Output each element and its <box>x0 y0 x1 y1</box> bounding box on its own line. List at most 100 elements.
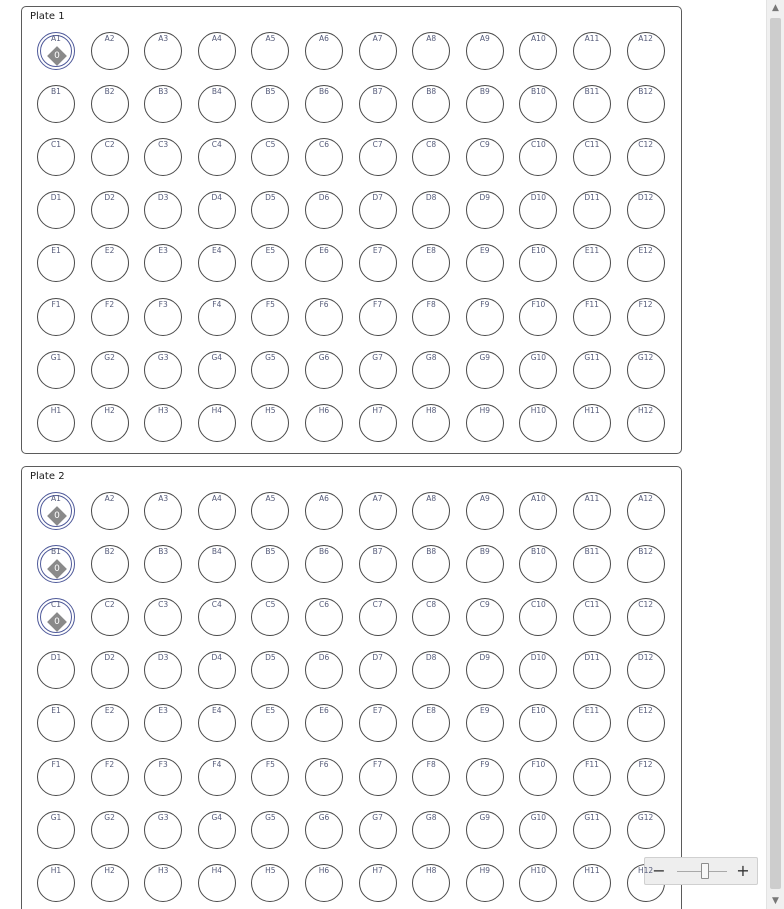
well-c3[interactable]: C3 <box>144 138 183 177</box>
well-g10[interactable]: G10 <box>519 350 558 389</box>
well-b9[interactable]: B9 <box>465 545 504 584</box>
well-c4[interactable]: C4 <box>197 598 236 637</box>
well-g8[interactable]: G8 <box>412 810 451 849</box>
well-h11[interactable]: H11 <box>573 863 611 902</box>
well-a1[interactable]: A1 0 <box>37 32 75 70</box>
well-c2[interactable]: C2 <box>90 598 129 637</box>
well-d9[interactable]: D9 <box>465 651 504 690</box>
well-d8[interactable]: D8 <box>412 651 451 690</box>
well-h3[interactable]: H3 <box>144 863 183 902</box>
well-g10[interactable]: G10 <box>519 810 558 849</box>
well-e6[interactable]: E6 <box>305 244 343 283</box>
well-h1[interactable]: H1 <box>37 863 75 902</box>
well-e11[interactable]: E11 <box>573 704 611 743</box>
well-f11[interactable]: F11 <box>573 757 611 796</box>
well-h3[interactable]: H3 <box>144 403 183 442</box>
well-a5[interactable]: A5 <box>251 32 290 70</box>
well-a6[interactable]: A6 <box>305 492 343 530</box>
well-g12[interactable]: G12 <box>626 810 665 849</box>
well-a11[interactable]: A11 <box>573 32 611 70</box>
well-d7[interactable]: D7 <box>358 191 397 230</box>
well-e9[interactable]: E9 <box>465 244 504 283</box>
well-b11[interactable]: B11 <box>573 85 611 124</box>
well-g8[interactable]: G8 <box>412 350 451 389</box>
well-e4[interactable]: E4 <box>197 244 236 283</box>
well-c4[interactable]: C4 <box>197 138 236 177</box>
well-d8[interactable]: D8 <box>412 191 451 230</box>
well-f1[interactable]: F1 <box>37 757 75 796</box>
well-d5[interactable]: D5 <box>251 191 290 230</box>
well-b10[interactable]: B10 <box>519 85 558 124</box>
well-e9[interactable]: E9 <box>465 704 504 743</box>
well-h8[interactable]: H8 <box>412 863 451 902</box>
well-d2[interactable]: D2 <box>90 651 129 690</box>
well-c7[interactable]: C7 <box>358 598 397 637</box>
well-d11[interactable]: D11 <box>573 651 611 690</box>
well-a12[interactable]: A12 <box>626 32 665 70</box>
well-d3[interactable]: D3 <box>144 651 183 690</box>
well-e6[interactable]: E6 <box>305 704 343 743</box>
well-g4[interactable]: G4 <box>197 810 236 849</box>
well-g11[interactable]: G11 <box>573 350 611 389</box>
well-h4[interactable]: H4 <box>197 403 236 442</box>
well-f2[interactable]: F2 <box>90 297 129 336</box>
well-e1[interactable]: E1 <box>37 244 75 283</box>
scroll-down-icon[interactable]: ▼ <box>767 893 784 909</box>
well-c7[interactable]: C7 <box>358 138 397 177</box>
well-h8[interactable]: H8 <box>412 403 451 442</box>
well-a9[interactable]: A9 <box>465 32 504 70</box>
well-e3[interactable]: E3 <box>144 704 183 743</box>
well-h7[interactable]: H7 <box>358 863 397 902</box>
well-b2[interactable]: B2 <box>90 545 129 584</box>
well-d1[interactable]: D1 <box>37 191 75 230</box>
well-f6[interactable]: F6 <box>305 297 343 336</box>
well-a4[interactable]: A4 <box>197 492 236 530</box>
well-b1[interactable]: B1 <box>37 85 75 124</box>
well-g4[interactable]: G4 <box>197 350 236 389</box>
well-a8[interactable]: A8 <box>412 32 451 70</box>
well-e8[interactable]: E8 <box>412 704 451 743</box>
well-b3[interactable]: B3 <box>144 85 183 124</box>
well-d12[interactable]: D12 <box>626 651 665 690</box>
well-g2[interactable]: G2 <box>90 810 129 849</box>
zoom-slider-thumb[interactable] <box>700 863 709 879</box>
well-e12[interactable]: E12 <box>626 244 665 283</box>
well-g3[interactable]: G3 <box>144 350 183 389</box>
well-f5[interactable]: F5 <box>251 297 290 336</box>
vertical-scrollbar[interactable]: ▲ ▼ <box>766 0 784 909</box>
well-c11[interactable]: C11 <box>573 138 611 177</box>
well-a8[interactable]: A8 <box>412 492 451 530</box>
well-a7[interactable]: A7 <box>358 492 397 530</box>
well-h1[interactable]: H1 <box>37 403 75 442</box>
well-b12[interactable]: B12 <box>626 545 665 584</box>
well-g11[interactable]: G11 <box>573 810 611 849</box>
well-h10[interactable]: H10 <box>519 863 558 902</box>
well-e10[interactable]: E10 <box>519 704 558 743</box>
well-c12[interactable]: C12 <box>626 598 665 637</box>
well-a11[interactable]: A11 <box>573 492 611 530</box>
well-f4[interactable]: F4 <box>197 757 236 796</box>
well-c9[interactable]: C9 <box>465 598 504 637</box>
well-c5[interactable]: C5 <box>251 598 290 637</box>
well-d7[interactable]: D7 <box>358 651 397 690</box>
well-c6[interactable]: C6 <box>305 138 343 177</box>
well-f2[interactable]: F2 <box>90 757 129 796</box>
well-b9[interactable]: B9 <box>465 85 504 124</box>
well-c8[interactable]: C8 <box>412 138 451 177</box>
well-f5[interactable]: F5 <box>251 757 290 796</box>
well-c2[interactable]: C2 <box>90 138 129 177</box>
well-h9[interactable]: H9 <box>465 863 504 902</box>
well-h2[interactable]: H2 <box>90 403 129 442</box>
well-a2[interactable]: A2 <box>90 32 129 70</box>
well-e2[interactable]: E2 <box>90 704 129 743</box>
well-a3[interactable]: A3 <box>144 32 183 70</box>
well-b6[interactable]: B6 <box>305 85 343 124</box>
well-h2[interactable]: H2 <box>90 863 129 902</box>
well-e3[interactable]: E3 <box>144 244 183 283</box>
well-a4[interactable]: A4 <box>197 32 236 70</box>
well-f3[interactable]: F3 <box>144 297 183 336</box>
well-d9[interactable]: D9 <box>465 191 504 230</box>
well-d12[interactable]: D12 <box>626 191 665 230</box>
well-a10[interactable]: A10 <box>519 32 558 70</box>
well-b5[interactable]: B5 <box>251 85 290 124</box>
